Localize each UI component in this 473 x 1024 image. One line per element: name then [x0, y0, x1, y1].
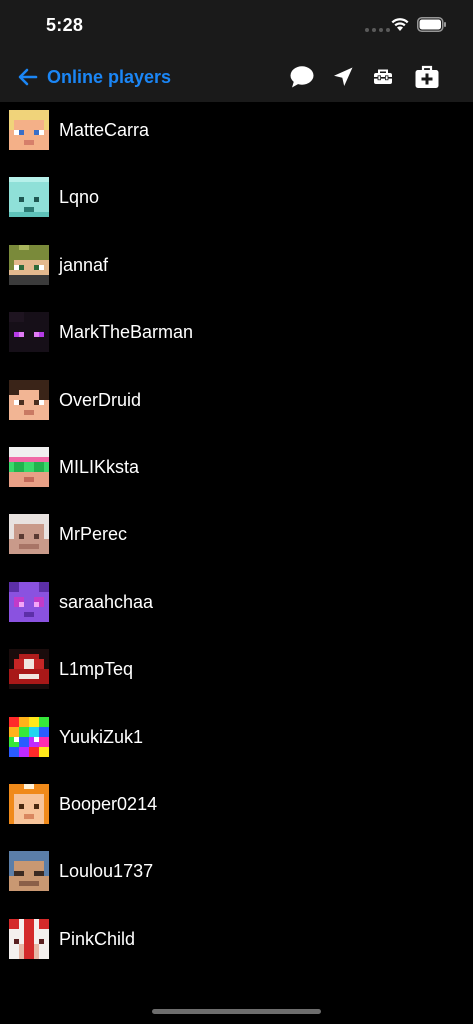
status-bar: 5:28	[0, 0, 473, 52]
wifi-icon	[390, 16, 410, 37]
list-item[interactable]: Booper0214	[0, 776, 473, 843]
medkit-button[interactable]	[413, 63, 441, 91]
location-button[interactable]	[329, 63, 357, 91]
avatar	[9, 244, 49, 285]
list-item[interactable]: Loulou1737	[0, 843, 473, 910]
player-name: YuukiZuk1	[59, 726, 144, 747]
list-item[interactable]: PinkChild	[0, 911, 473, 978]
list-item[interactable]: MarkTheBarman	[0, 304, 473, 371]
avatar	[9, 783, 49, 824]
player-name: Loulou1737	[59, 861, 154, 882]
player-name: MILIKksta	[59, 456, 140, 477]
status-time: 5:28	[46, 15, 84, 35]
player-name: PinkChild	[59, 928, 136, 949]
avatar	[9, 312, 49, 353]
location-arrow-icon	[334, 67, 353, 86]
player-name: L1mpTeq	[59, 659, 134, 680]
toolbox-icon	[374, 69, 392, 84]
list-item[interactable]: jannaf	[0, 237, 473, 304]
player-name: jannaf	[59, 254, 109, 275]
back-button[interactable]: Online players	[18, 62, 171, 92]
player-name: Booper0214	[59, 793, 158, 814]
player-name: MatteCarra	[59, 120, 150, 140]
player-name: MrPerec	[59, 524, 128, 545]
avatar	[9, 379, 49, 420]
player-name: Lqno	[59, 187, 100, 208]
page-title: Online players	[47, 66, 172, 87]
list-item[interactable]: YuukiZuk1	[0, 709, 473, 776]
list-item[interactable]: MatteCarra	[0, 102, 473, 169]
list-item[interactable]: L1mpTeq	[0, 641, 473, 708]
avatar	[9, 110, 49, 150]
avatar	[9, 918, 49, 959]
list-item[interactable]: MILIKksta	[0, 439, 473, 506]
medkit-icon	[415, 65, 439, 88]
avatar	[9, 851, 49, 892]
chat-button[interactable]	[288, 63, 316, 91]
list-item[interactable]: saraahchaa	[0, 574, 473, 641]
arrow-left-icon	[18, 68, 38, 86]
player-name: OverDruid	[59, 389, 142, 410]
avatar	[9, 581, 49, 622]
list-item[interactable]: OverDruid	[0, 372, 473, 439]
avatar	[9, 177, 49, 218]
cellular-signal-icon	[365, 28, 390, 32]
toolbox-button[interactable]	[369, 63, 397, 91]
home-indicator[interactable]	[152, 1009, 321, 1014]
player-name: saraahchaa	[59, 591, 154, 612]
avatar	[9, 514, 49, 555]
avatar	[9, 446, 49, 487]
avatar	[9, 716, 49, 757]
player-list: MatteCarra Lqno jannaf MarkTheBarman Ove…	[0, 102, 473, 978]
battery-icon	[417, 17, 447, 38]
avatar	[9, 649, 49, 690]
player-name: MarkTheBarman	[59, 322, 194, 343]
speech-bubble-icon	[290, 66, 314, 88]
navigation-bar: Online players	[0, 52, 473, 102]
list-item[interactable]: MrPerec	[0, 506, 473, 573]
list-item[interactable]: Lqno	[0, 169, 473, 236]
